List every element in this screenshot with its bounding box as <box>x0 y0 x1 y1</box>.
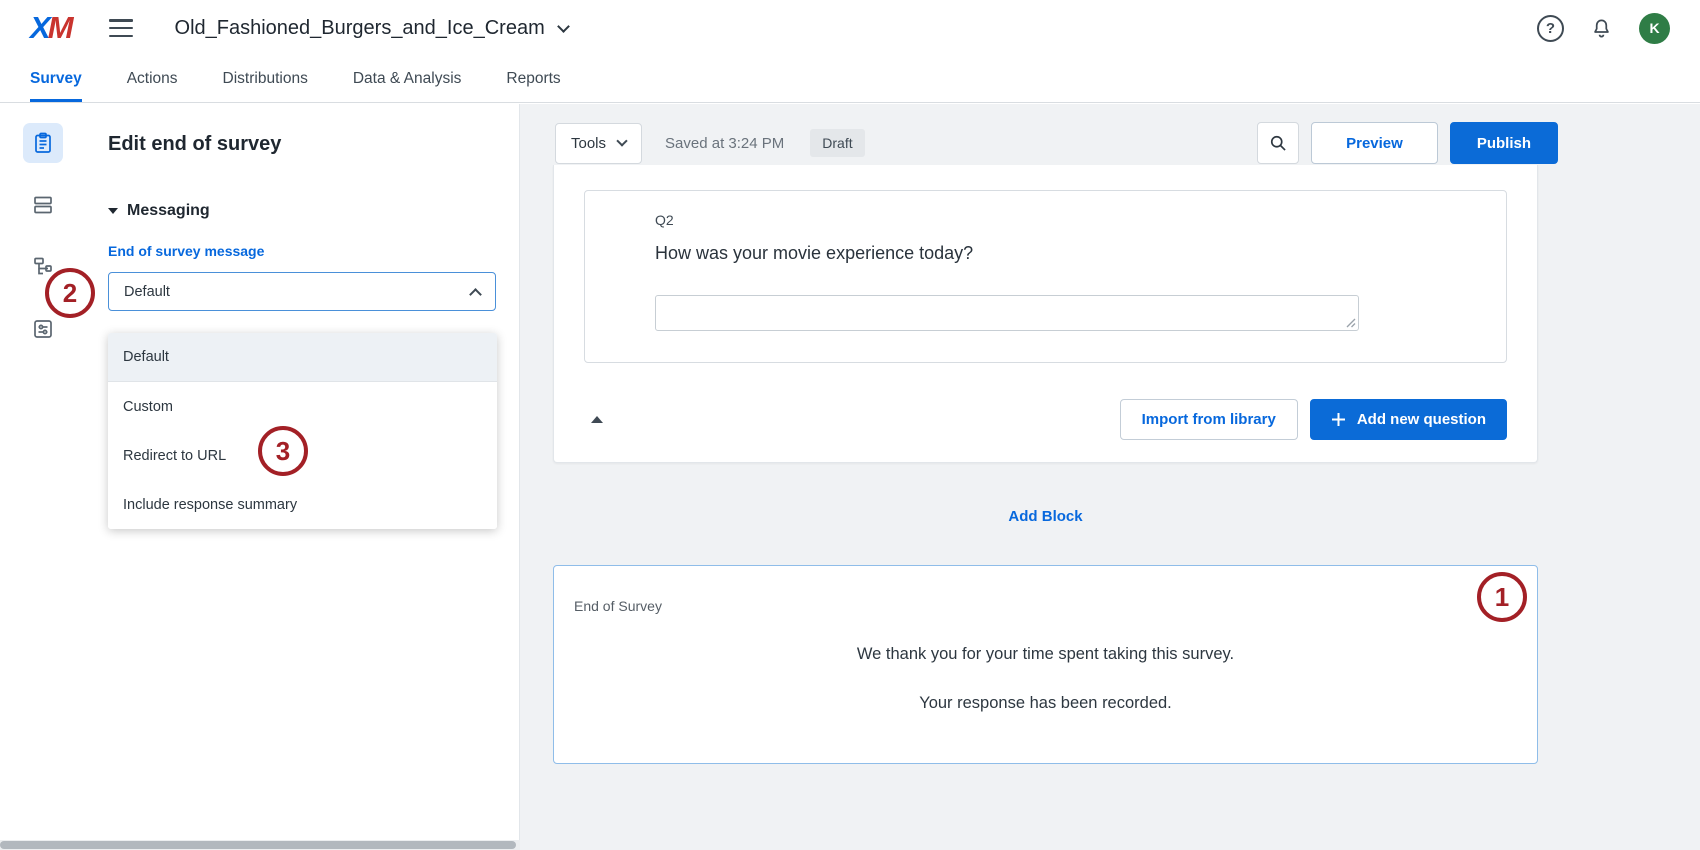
message-type-dropdown: Default Custom Redirect to URL Include r… <box>108 333 497 529</box>
help-icon: ? <box>1546 20 1555 37</box>
draft-badge: Draft <box>810 129 864 157</box>
rail-item-survey-options[interactable] <box>23 309 63 349</box>
rail-item-builder[interactable] <box>23 123 63 163</box>
blocks-icon <box>31 193 55 217</box>
add-new-question-label: Add new question <box>1357 411 1486 428</box>
question-block-container: Q2 How was your movie experience today? … <box>553 165 1538 463</box>
plus-icon <box>1331 412 1346 427</box>
block-actions-buttons: Import from library Add new question <box>1120 399 1507 440</box>
publish-button[interactable]: Publish <box>1450 122 1558 164</box>
left-icon-rail <box>0 104 85 840</box>
avatar-initial: K <box>1649 20 1659 36</box>
xm-logo: XM <box>30 10 71 46</box>
answer-text-input[interactable] <box>655 295 1359 331</box>
message-type-select[interactable]: Default <box>108 272 496 311</box>
horizontal-scrollbar <box>0 840 520 850</box>
logo-letter-m: M <box>48 10 71 45</box>
end-of-survey-message-line1: We thank you for your time spent taking … <box>554 645 1537 664</box>
chevron-up-icon <box>469 288 482 301</box>
end-of-survey-label: End of Survey <box>574 598 662 614</box>
resize-handle[interactable] <box>1345 317 1356 328</box>
notifications-bell-icon[interactable] <box>1590 17 1613 40</box>
tools-button[interactable]: Tools <box>555 123 642 164</box>
help-button[interactable]: ? <box>1537 15 1564 42</box>
page-title: Edit end of survey <box>108 133 495 156</box>
dropdown-option-default[interactable]: Default <box>108 333 497 382</box>
annotation-1-number: 1 <box>1495 582 1509 613</box>
top-bar: XM Old_Fashioned_Burgers_and_Ice_Cream ?… <box>0 0 1700 56</box>
survey-toolbar: Tools Saved at 3:24 PM Draft Preview Pub… <box>555 122 1558 164</box>
annotation-2-number: 2 <box>63 278 77 309</box>
avatar[interactable]: K <box>1639 13 1670 44</box>
app-window: XM Old_Fashioned_Burgers_and_Ice_Cream ?… <box>0 0 1700 850</box>
annotation-3-number: 3 <box>276 436 290 467</box>
logo-letter-x: X <box>30 10 48 45</box>
tab-actions[interactable]: Actions <box>127 56 178 102</box>
survey-options-icon <box>31 317 55 341</box>
add-new-question-button[interactable]: Add new question <box>1310 399 1507 440</box>
rail-item-blocks[interactable] <box>23 185 63 225</box>
question-text[interactable]: How was your movie experience today? <box>655 243 973 264</box>
messaging-section-toggle[interactable]: Messaging <box>108 202 495 220</box>
tools-button-label: Tools <box>571 135 606 152</box>
hamburger-menu-icon[interactable] <box>109 19 133 37</box>
question-id: Q2 <box>655 212 674 228</box>
tab-reports[interactable]: Reports <box>506 56 560 102</box>
preview-button[interactable]: Preview <box>1311 122 1438 164</box>
toolbar-right-group: Preview Publish <box>1257 122 1558 164</box>
main-content: Tools Saved at 3:24 PM Draft Preview Pub… <box>520 104 1700 850</box>
import-from-library-button[interactable]: Import from library <box>1120 399 1298 440</box>
question-card[interactable]: Q2 How was your movie experience today? <box>584 190 1507 363</box>
search-icon <box>1268 133 1288 153</box>
dropdown-option-custom[interactable]: Custom <box>108 382 497 431</box>
block-actions-row: Import from library Add new question <box>584 398 1507 440</box>
annotation-circle-3: 3 <box>258 426 308 476</box>
end-of-survey-message-link[interactable]: End of survey message <box>108 243 264 259</box>
add-block-link[interactable]: Add Block <box>553 508 1538 525</box>
horizontal-scrollbar-thumb[interactable] <box>0 841 516 849</box>
chevron-down-icon <box>557 20 570 33</box>
message-type-select-value: Default <box>124 284 170 300</box>
end-of-survey-message-line2: Your response has been recorded. <box>554 694 1537 713</box>
tab-data-analysis[interactable]: Data & Analysis <box>353 56 462 102</box>
tab-distributions[interactable]: Distributions <box>223 56 308 102</box>
dropdown-option-response-summary[interactable]: Include response summary <box>108 480 497 529</box>
annotation-circle-1: 1 <box>1477 572 1527 622</box>
chevron-down-icon <box>616 135 627 146</box>
tab-survey[interactable]: Survey <box>30 56 82 102</box>
saved-status: Saved at 3:24 PM <box>665 135 784 152</box>
survey-title-dropdown[interactable]: Old_Fashioned_Burgers_and_Ice_Cream <box>175 17 568 40</box>
search-button[interactable] <box>1257 122 1299 164</box>
edit-panel: Edit end of survey Messaging End of surv… <box>85 104 520 840</box>
survey-title: Old_Fashioned_Burgers_and_Ice_Cream <box>175 17 545 40</box>
topbar-right-group: ? K <box>1537 13 1670 44</box>
caret-down-icon <box>108 208 118 214</box>
clipboard-icon <box>31 131 55 155</box>
end-of-survey-block[interactable]: End of Survey We thank you for your time… <box>553 565 1538 764</box>
collapse-block-button[interactable] <box>591 416 603 423</box>
primary-tabs: Survey Actions Distributions Data & Anal… <box>0 56 1700 103</box>
annotation-circle-2: 2 <box>45 268 95 318</box>
messaging-section-label: Messaging <box>127 202 210 220</box>
